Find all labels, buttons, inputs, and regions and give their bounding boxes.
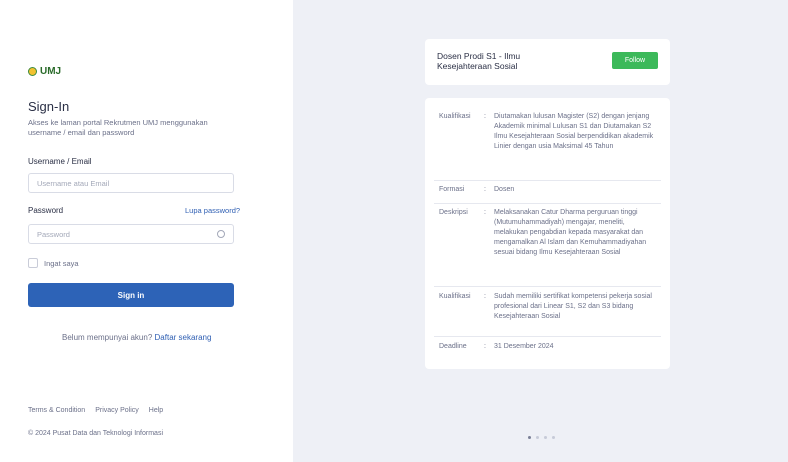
job-row-colon: :	[484, 186, 486, 193]
job-row-key: Deadline	[439, 343, 467, 350]
job-row: Kualifikasi : Sudah memiliki sertifikat …	[434, 292, 661, 337]
job-row-value: Sudah memiliki sertifikat kompetensi pek…	[494, 293, 652, 320]
job-header-card: Dosen Prodi S1 - Ilmu Kesejahteraan Sosi…	[425, 39, 670, 85]
job-row: Deadline : 31 Desember 2024	[434, 342, 661, 358]
remember-checkbox[interactable]	[28, 258, 38, 268]
footer-links: Terms & Condition Privacy Policy Help	[28, 407, 163, 414]
logo-icon	[28, 67, 37, 76]
register-link[interactable]: Daftar sekarang	[155, 333, 212, 342]
footer-link-terms[interactable]: Terms & Condition	[28, 407, 85, 414]
job-row: Kualifikasi : Diutamakan lulusan Magiste…	[434, 112, 661, 181]
username-input[interactable]: Username atau Email	[28, 173, 234, 193]
carousel-dot[interactable]	[544, 436, 547, 439]
job-row-colon: :	[484, 113, 486, 120]
job-row-value: 31 Desember 2024	[494, 343, 554, 350]
job-row-colon: :	[484, 209, 486, 216]
forgot-password-link[interactable]: Lupa password?	[185, 206, 240, 215]
copyright: © 2024 Pusat Data dan Teknologi Informas…	[28, 430, 163, 437]
signin-button[interactable]: Sign in	[28, 283, 234, 307]
carousel-dot[interactable]	[552, 436, 555, 439]
job-row-key: Kualifikasi	[439, 293, 471, 300]
password-label: Password	[28, 206, 64, 215]
job-row-key: Deskripsi	[439, 209, 468, 216]
login-panel: UMJ Sign-In Akses ke laman portal Rekrut…	[0, 0, 293, 462]
job-row-value: Diutamakan lulusan Magister (S2) dengan …	[494, 113, 654, 150]
remember-label: Ingat saya	[44, 258, 79, 268]
job-row: Formasi : Dosen	[434, 185, 661, 204]
job-row-key: Kualifikasi	[439, 113, 471, 120]
job-row-colon: :	[484, 293, 486, 300]
signin-description: Akses ke laman portal Rekrutmen UMJ meng…	[28, 118, 208, 137]
carousel-dots	[528, 436, 555, 439]
job-title: Dosen Prodi S1 - Ilmu Kesejahteraan Sosi…	[437, 51, 521, 71]
carousel-dot[interactable]	[536, 436, 539, 439]
signin-title: Sign-In	[28, 99, 70, 114]
username-placeholder: Username atau Email	[37, 178, 110, 188]
job-row-colon: :	[484, 343, 486, 350]
job-row-value: Melaksanakan Catur Dharma perguruan ting…	[494, 209, 647, 256]
register-prompt: Belum mempunyai akun? Daftar sekarang	[62, 333, 211, 342]
register-text: Belum mempunyai akun?	[62, 333, 153, 342]
follow-button[interactable]: Follow	[612, 52, 658, 69]
job-row-value: Dosen	[494, 186, 515, 193]
brand-logo: UMJ	[28, 66, 61, 77]
job-row-key: Formasi	[439, 186, 465, 193]
remember-me[interactable]: Ingat saya	[28, 258, 79, 268]
password-input[interactable]: Password	[28, 224, 234, 244]
job-row: Deskripsi : Melaksanakan Catur Dharma pe…	[434, 208, 661, 287]
show-password-icon[interactable]	[217, 230, 225, 238]
job-details-card: Kualifikasi : Diutamakan lulusan Magiste…	[425, 98, 670, 369]
username-label: Username / Email	[28, 157, 92, 166]
footer-link-help[interactable]: Help	[149, 407, 163, 414]
logo-text: UMJ	[40, 66, 62, 77]
password-placeholder: Password	[37, 229, 70, 239]
carousel-dot[interactable]	[528, 436, 531, 439]
footer-link-privacy[interactable]: Privacy Policy	[95, 407, 139, 414]
